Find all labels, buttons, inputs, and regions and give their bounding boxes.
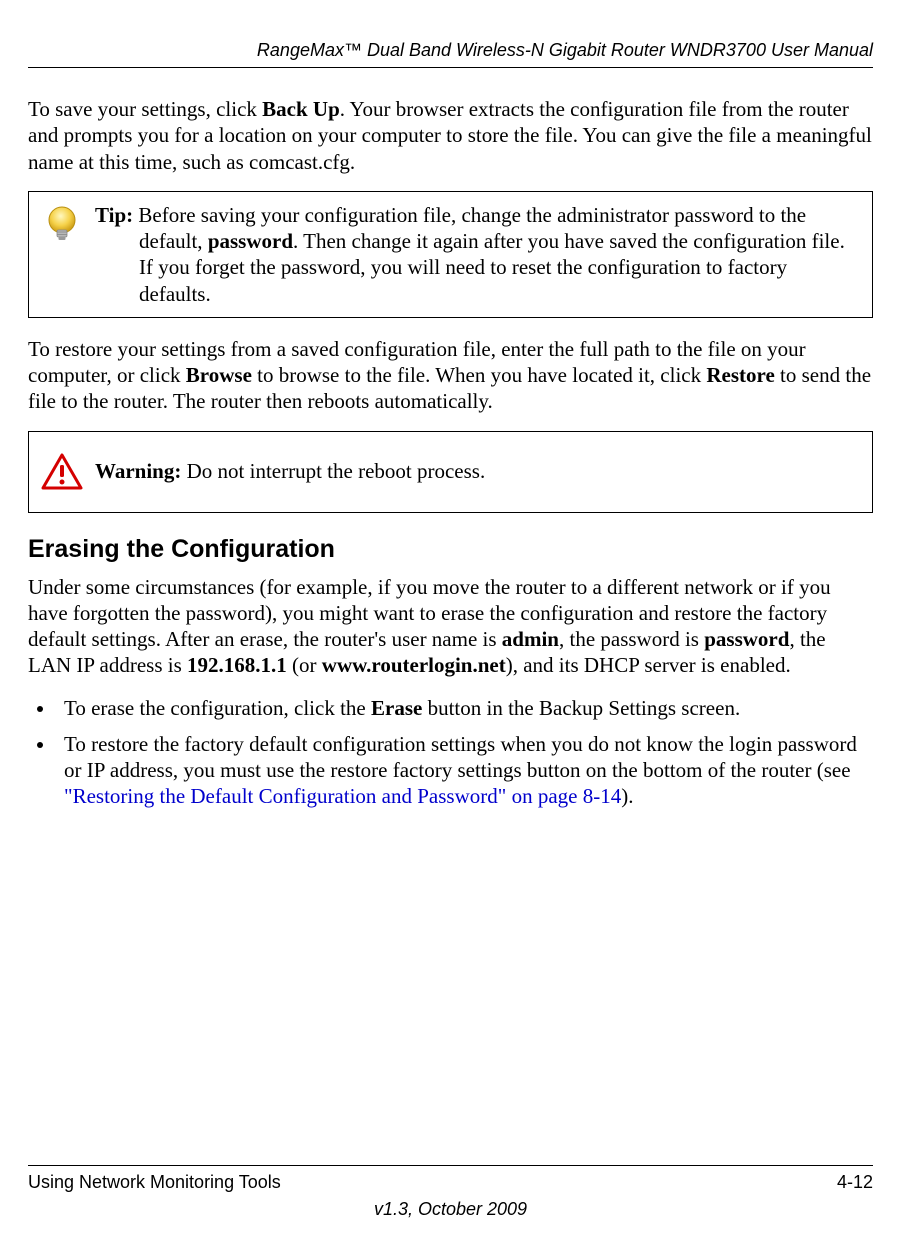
text: (or xyxy=(287,653,322,677)
bullet-list: To erase the configuration, click the Er… xyxy=(28,695,873,810)
bold-restore: Restore xyxy=(706,363,774,387)
bold-browse: Browse xyxy=(186,363,252,387)
header-rule xyxy=(28,67,873,68)
bold-backup: Back Up xyxy=(262,97,340,121)
text: To save your settings, click xyxy=(28,97,262,121)
list-item: To restore the factory default configura… xyxy=(56,731,873,810)
bold-password: password xyxy=(208,229,293,253)
footer-rule xyxy=(28,1165,873,1166)
page-footer: Using Network Monitoring Tools 4-12 v1.3… xyxy=(28,1165,873,1220)
footer-page-number: 4-12 xyxy=(837,1172,873,1193)
paragraph-restore: To restore your settings from a saved co… xyxy=(28,336,873,415)
list-item: To erase the configuration, click the Er… xyxy=(56,695,873,721)
bold-password2: password xyxy=(704,627,789,651)
text: button in the Backup Settings screen. xyxy=(422,696,740,720)
paragraph-erase-intro: Under some circumstances (for example, i… xyxy=(28,574,873,679)
text: To restore the factory default configura… xyxy=(64,732,857,782)
text: To erase the configuration, click the xyxy=(64,696,371,720)
warning-text: Warning: Do not interrupt the reboot pro… xyxy=(95,459,872,484)
bold-erase: Erase xyxy=(371,696,422,720)
text: ). xyxy=(621,784,633,808)
warning-label: Warning: xyxy=(95,459,181,483)
bold-admin: admin xyxy=(502,627,559,651)
tip-text: Tip: Before saving your configuration fi… xyxy=(95,192,872,317)
warning-icon-cell xyxy=(29,453,95,491)
cross-reference-link[interactable]: "Restoring the Default Configuration and… xyxy=(64,784,621,808)
tip-callout: Tip: Before saving your configuration fi… xyxy=(28,191,873,318)
bold-routerlogin: www.routerlogin.net xyxy=(322,653,506,677)
running-header: RangeMax™ Dual Band Wireless-N Gigabit R… xyxy=(28,40,873,61)
text: to browse to the file. When you have loc… xyxy=(252,363,706,387)
warning-icon xyxy=(41,453,83,491)
text: Do not interrupt the reboot process. xyxy=(181,459,485,483)
lightbulb-icon xyxy=(40,202,84,246)
section-heading-erasing: Erasing the Configuration xyxy=(28,535,873,564)
text: ), and its DHCP server is enabled. xyxy=(506,653,791,677)
bold-ip: 192.168.1.1 xyxy=(187,653,287,677)
tip-label: Tip: xyxy=(95,203,133,227)
footer-section-title: Using Network Monitoring Tools xyxy=(28,1172,281,1193)
warning-callout: Warning: Do not interrupt the reboot pro… xyxy=(28,431,873,513)
tip-icon-cell xyxy=(29,192,95,246)
paragraph-save-settings: To save your settings, click Back Up. Yo… xyxy=(28,96,873,175)
footer-version: v1.3, October 2009 xyxy=(28,1199,873,1220)
text: , the password is xyxy=(559,627,704,651)
